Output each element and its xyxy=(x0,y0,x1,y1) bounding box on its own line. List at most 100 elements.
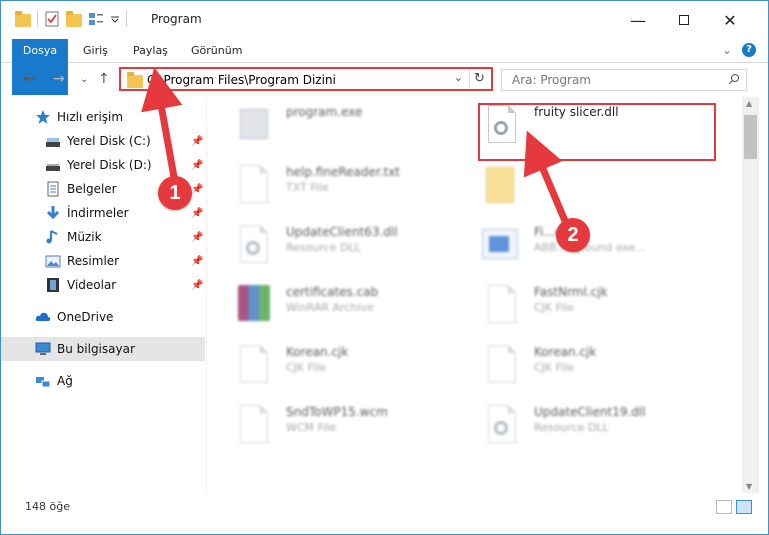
tab-share[interactable]: Paylaş xyxy=(121,39,180,62)
file-type: CJK File xyxy=(534,301,575,314)
view-layout-icon[interactable] xyxy=(88,11,104,27)
dll-gear-icon xyxy=(482,405,522,451)
scroll-up-icon[interactable]: ▲ xyxy=(746,99,752,108)
text-file-icon xyxy=(234,405,274,451)
sidebar-item-label: Hızlı erişim xyxy=(57,110,124,124)
pin-icon[interactable]: 📌 xyxy=(191,160,203,171)
file-name: Korean.cjk xyxy=(286,345,349,359)
file-item[interactable]: Korean.cjk CJK File xyxy=(482,339,722,395)
forward-button[interactable]: → xyxy=(53,71,65,87)
search-icon[interactable] xyxy=(728,73,740,85)
drive-icon xyxy=(46,164,60,171)
file-name: program.exe xyxy=(286,105,363,119)
highlight-box xyxy=(478,103,716,161)
navigation-bar: ← → ⌄ ↑ C:\Program Files\Program Dizini … xyxy=(1,63,768,95)
pin-icon[interactable]: 📌 xyxy=(191,136,203,147)
step-marker-2: 2 xyxy=(556,218,590,252)
file-item[interactable]: program.exe xyxy=(234,99,474,155)
navigation-pane: Hızlı erişim Yerel Disk (C:) 📌 Yerel Dis… xyxy=(1,97,207,493)
explorer-window: Program — ✕ Dosya Giriş Paylaş Görünüm ⌄… xyxy=(0,0,769,535)
sidebar-item-this-pc[interactable]: Bu bilgisayar xyxy=(1,337,205,361)
file-item[interactable]: certificates.cab WinRAR Archive xyxy=(234,279,474,335)
address-bar[interactable]: C:\Program Files\Program Dizini ⌄ ↻ xyxy=(119,67,493,91)
view-toggle xyxy=(716,500,752,514)
exe-icon xyxy=(234,105,274,151)
sidebar-item-label: Videolar xyxy=(67,278,117,292)
sidebar-item-videos[interactable]: Videolar 📌 xyxy=(1,273,205,297)
recent-locations-button[interactable]: ⌄ xyxy=(80,74,88,85)
customize-qat-icon[interactable] xyxy=(110,14,120,24)
pin-icon[interactable]: 📌 xyxy=(191,232,203,243)
scroll-down-icon[interactable]: ▼ xyxy=(746,482,752,491)
sidebar-item-label: Yerel Disk (C:) xyxy=(67,134,151,148)
folder-icon xyxy=(15,10,31,27)
maximize-icon xyxy=(679,15,689,25)
sidebar-item-pictures[interactable]: Resimler 📌 xyxy=(1,249,205,273)
folder-icon xyxy=(482,165,522,211)
file-type: WCM File xyxy=(286,421,336,434)
sidebar-item-label: Müzik xyxy=(67,230,102,244)
divider xyxy=(126,11,127,27)
details-view-icon[interactable] xyxy=(716,500,732,514)
refresh-button[interactable]: ↻ xyxy=(469,70,489,88)
search-input[interactable]: Ara: Program xyxy=(512,73,591,87)
drive-icon xyxy=(46,138,60,147)
sidebar-item-local-disk-d[interactable]: Yerel Disk (D:) 📌 xyxy=(1,153,205,177)
file-type: CJK File xyxy=(286,361,327,374)
address-path[interactable]: C:\Program Files\Program Dizini xyxy=(147,73,336,87)
pin-icon[interactable]: 📌 xyxy=(191,256,203,267)
back-button[interactable]: ← xyxy=(23,71,35,87)
scroll-thumb[interactable] xyxy=(744,115,757,159)
file-name: SndToWP15.wcm xyxy=(286,405,388,419)
file-item[interactable]: UpdateClient63.dll Resource DLL xyxy=(234,219,474,275)
pin-icon[interactable]: 📌 xyxy=(191,208,203,219)
file-item[interactable]: Fi...exe ABB...kground exe... xyxy=(482,219,722,275)
file-item[interactable]: UpdateClient19.dll Resource DLL xyxy=(482,399,722,455)
help-icon[interactable]: ? xyxy=(742,43,756,57)
sidebar-item-quick-access[interactable]: Hızlı erişim xyxy=(1,105,205,129)
pictures-icon xyxy=(45,255,61,268)
large-icons-view-icon[interactable] xyxy=(736,500,752,514)
quick-access-toolbar xyxy=(15,10,127,27)
sidebar-item-network[interactable]: Ağ xyxy=(1,369,205,393)
expand-ribbon-icon[interactable]: ⌄ xyxy=(722,43,732,57)
window-title: Program xyxy=(151,12,202,26)
rar-icon xyxy=(234,285,274,331)
status-bar: 148 öğe xyxy=(1,497,768,519)
file-item[interactable]: SndToWP15.wcm WCM File xyxy=(234,399,474,455)
tab-home[interactable]: Giriş xyxy=(71,39,120,62)
file-name: UpdateClient19.dll xyxy=(534,405,646,419)
network-icon xyxy=(36,377,51,388)
sidebar-item-onedrive[interactable]: OneDrive xyxy=(1,305,205,329)
file-item[interactable]: Korean.cjk CJK File xyxy=(234,339,474,395)
file-item[interactable]: FastNrml.cjk CJK File xyxy=(482,279,722,335)
minimize-button[interactable]: — xyxy=(615,1,661,39)
address-dropdown-icon[interactable]: ⌄ xyxy=(454,71,463,84)
folder-icon xyxy=(127,72,143,88)
sidebar-item-label: Bu bilgisayar xyxy=(57,342,135,356)
app-icon xyxy=(482,225,522,271)
close-button[interactable]: ✕ xyxy=(707,1,753,39)
sidebar-item-label: İndirmeler xyxy=(67,206,129,220)
file-type: WinRAR Archive xyxy=(286,301,374,314)
properties-icon[interactable] xyxy=(44,11,60,27)
documents-icon xyxy=(47,181,59,197)
tab-view[interactable]: Görünüm xyxy=(179,39,254,62)
new-folder-icon[interactable] xyxy=(66,10,82,27)
sidebar-item-local-disk-c[interactable]: Yerel Disk (C:) 📌 xyxy=(1,129,205,153)
file-name: FastNrml.cjk xyxy=(534,285,608,299)
file-type: CJK File xyxy=(534,361,575,374)
vertical-scrollbar[interactable]: ▲ ▼ xyxy=(742,97,759,493)
step-marker-1: 1 xyxy=(158,176,192,210)
up-button[interactable]: ↑ xyxy=(98,71,110,87)
file-type: ABB...kground exe... xyxy=(534,241,646,254)
sidebar-item-music[interactable]: Müzik 📌 xyxy=(1,225,205,249)
pin-icon[interactable]: 📌 xyxy=(191,184,203,195)
videos-icon xyxy=(47,278,59,292)
file-item[interactable] xyxy=(482,159,722,215)
search-box[interactable]: Ara: Program xyxy=(501,69,747,91)
file-name: UpdateClient63.dll xyxy=(286,225,398,239)
pin-icon[interactable]: 📌 xyxy=(191,280,203,291)
maximize-button[interactable] xyxy=(661,1,707,39)
file-item[interactable]: help.fineReader.txt TXT File xyxy=(234,159,474,215)
